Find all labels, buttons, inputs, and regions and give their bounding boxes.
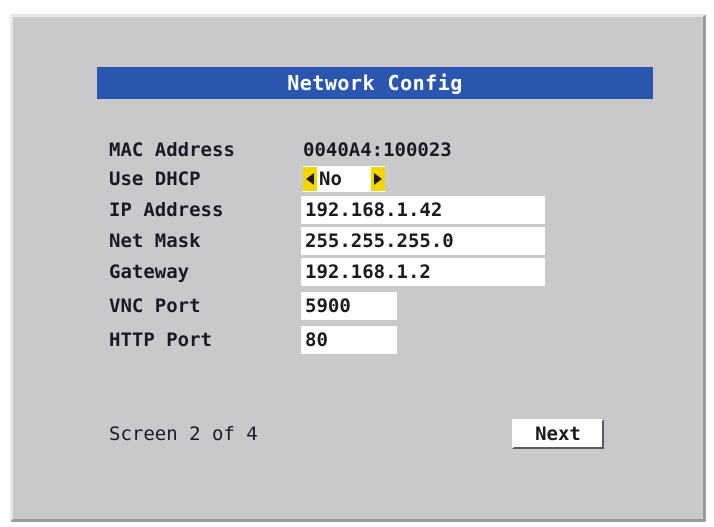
mac-address-value: 0040A4:100023: [303, 139, 452, 161]
mac-address-label: MAC Address: [109, 139, 235, 161]
net-mask-label: Net Mask: [109, 230, 201, 252]
use-dhcp-toggle[interactable]: No: [303, 166, 385, 192]
ip-address-label: IP Address: [109, 199, 224, 221]
screen-indicator: Screen 2 of 4: [109, 423, 258, 445]
arrow-right-icon[interactable]: [371, 167, 385, 191]
use-dhcp-value: No: [319, 168, 342, 190]
vnc-port-label: VNC Port: [109, 295, 201, 317]
vnc-port-field[interactable]: 5900: [301, 292, 397, 320]
gateway-label: Gateway: [109, 261, 190, 283]
page-title: Network Config: [97, 67, 653, 99]
ip-address-field[interactable]: 192.168.1.42: [301, 196, 545, 224]
gateway-field[interactable]: 192.168.1.2: [301, 258, 545, 286]
net-mask-field[interactable]: 255.255.255.0: [301, 227, 545, 255]
next-button[interactable]: Next: [512, 419, 604, 449]
arrow-left-icon[interactable]: [303, 167, 317, 191]
http-port-label: HTTP Port: [109, 329, 212, 351]
http-port-field[interactable]: 80: [301, 326, 397, 354]
use-dhcp-label: Use DHCP: [109, 168, 201, 190]
network-config-panel: Network Config MAC Address 0040A4:100023…: [10, 14, 706, 522]
